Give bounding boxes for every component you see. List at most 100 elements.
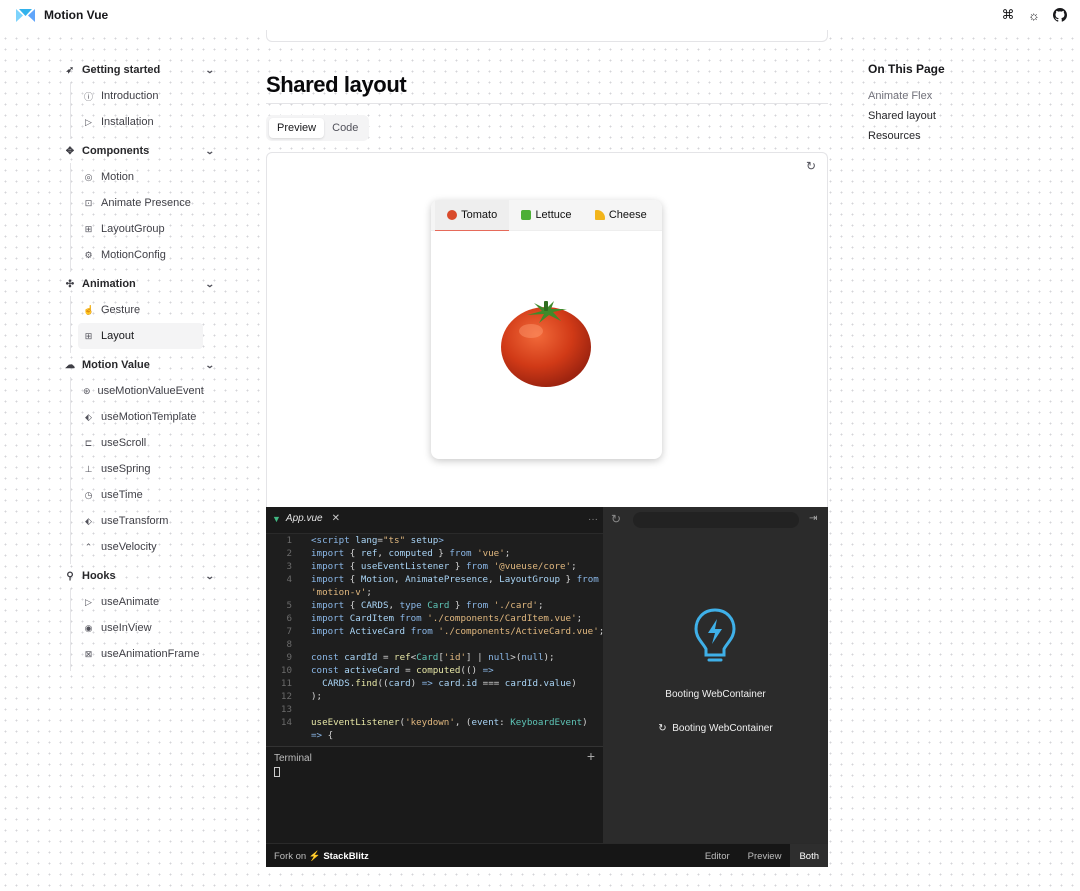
sidebar-section-getting-started[interactable]: ➶ Getting started ⌄ xyxy=(56,58,224,82)
close-tab-icon[interactable]: ✕ xyxy=(332,513,340,524)
chevron-down-icon[interactable]: ⌄ xyxy=(205,360,215,371)
code-line: 8 xyxy=(266,638,603,651)
chevron-down-icon[interactable]: ⌄ xyxy=(205,146,215,157)
sidebar-item-usemotionvalueevent[interactable]: ⊛ useMotionValueEvent xyxy=(78,378,204,404)
stackblitz-bolt-icon: ⚡ xyxy=(308,851,321,862)
view-both-button[interactable]: Both xyxy=(790,844,828,867)
ingredient-card: Tomato Lettuce Cheese xyxy=(431,200,662,459)
code-line: 6 import CardItem from './components/Card… xyxy=(266,612,603,625)
sidebar-item-installation[interactable]: ▷ Installation xyxy=(78,109,203,135)
line-number xyxy=(266,586,292,599)
refresh-icon[interactable]: ↻ xyxy=(806,159,816,173)
line-number: 14 xyxy=(280,717,292,728)
add-terminal-icon[interactable]: + xyxy=(587,748,595,764)
sidebar-item-motionconfig[interactable]: ⚙ MotionConfig xyxy=(78,242,203,268)
line-number: 9 xyxy=(286,652,292,663)
view-preview-button[interactable]: Preview xyxy=(739,844,791,867)
terminal-panel[interactable]: Terminal + xyxy=(266,746,603,843)
sidebar-sublist: ⊛ useMotionValueEvent ⬖ useMotionTemplate ⊏ u… xyxy=(70,377,224,564)
scroll-icon: ⊏ xyxy=(84,437,93,448)
sidebar-sublist: ☝ Gesture ⊞ Layout xyxy=(70,296,224,353)
line-number: 2 xyxy=(286,548,292,559)
tab-code[interactable]: Code xyxy=(324,118,366,138)
settings-icon: ⚙ xyxy=(84,249,93,260)
sidebar-item-label: useTransform xyxy=(101,515,169,527)
top-bar: Motion Vue ⌘ ☼ xyxy=(0,0,1080,32)
spinner-icon: ↻ xyxy=(658,723,667,734)
sidebar-item-label: MotionConfig xyxy=(101,249,166,261)
sidebar-item-label: useVelocity xyxy=(101,541,157,553)
line-number: 6 xyxy=(286,613,292,624)
sidebar-item-motion[interactable]: ◎ Motion xyxy=(78,164,203,190)
sidebar-item-animate-presence[interactable]: ⊡ Animate Presence xyxy=(78,190,203,216)
theme-toggle-icon[interactable]: ☼ xyxy=(1026,7,1042,23)
sidebar-item-usespring[interactable]: ⊥ useSpring xyxy=(78,456,203,482)
card-tab-label: Cheese xyxy=(608,209,647,221)
code-text: const activeCard = computed(() => xyxy=(311,665,494,676)
motion-vue-logo-icon[interactable] xyxy=(16,8,35,23)
chevron-down-icon[interactable]: ⌄ xyxy=(205,279,215,290)
card-tab-cheese[interactable]: Cheese xyxy=(584,200,658,230)
github-icon[interactable] xyxy=(1052,7,1068,23)
preview-url-bar[interactable] xyxy=(633,512,799,528)
file-tab[interactable]: ▼ App.vue ✕ xyxy=(272,513,340,524)
sidebar-section-components[interactable]: ✥ Components ⌄ xyxy=(56,139,224,163)
sidebar-section-motion-value[interactable]: ☁ Motion Value ⌄ xyxy=(56,353,224,377)
lightbulb-bolt-icon xyxy=(694,608,736,662)
sidebar-item-layoutgroup[interactable]: ⊞ LayoutGroup xyxy=(78,216,203,242)
code-text: const cardId = ref<Card['id'] | null>(nu… xyxy=(311,652,555,663)
sidebar-item-useinview[interactable]: ◉ useInView xyxy=(78,615,203,641)
sidebar-section-hooks[interactable]: ⚲ Hooks ⌄ xyxy=(56,564,224,588)
sidebar-item-usescroll[interactable]: ⊏ useScroll xyxy=(78,430,203,456)
sidebar-item-usevelocity[interactable]: ⌃ useVelocity xyxy=(78,534,203,560)
more-options-icon[interactable]: ··· xyxy=(588,514,598,525)
tab-preview[interactable]: Preview xyxy=(269,118,325,138)
code-line: 4 import { Motion, AnimatePresence, Layou… xyxy=(266,573,603,586)
page-title: Shared layout xyxy=(266,72,407,97)
sidebar-item-useanimationframe[interactable]: ⊠ useAnimationFrame xyxy=(78,641,203,667)
code-text: <script lang="ts" setup> xyxy=(311,535,444,546)
fork-on-stackblitz-link[interactable]: Fork on ⚡ StackBlitz xyxy=(274,851,369,862)
cheese-icon xyxy=(594,210,605,220)
toc-title: On This Page xyxy=(868,62,945,76)
sidebar-item-usemotiontemplate[interactable]: ⬖ useMotionTemplate xyxy=(78,404,203,430)
chevron-down-icon[interactable]: ⌄ xyxy=(205,65,215,76)
lettuce-icon xyxy=(521,210,532,220)
sidebar-item-useanimate[interactable]: ▷ useAnimate xyxy=(78,589,203,615)
reload-icon[interactable]: ↻ xyxy=(611,512,621,526)
sidebar-item-layout[interactable]: ⊞ Layout xyxy=(78,323,203,349)
sidebar-item-usetransform[interactable]: ⬖ useTransform xyxy=(78,508,203,534)
command-icon[interactable]: ⌘ xyxy=(1000,7,1016,23)
line-number: 5 xyxy=(286,600,292,611)
code-text: import { useEventListener } from '@vueus… xyxy=(311,561,577,572)
sidebar-item-gesture[interactable]: ☝ Gesture xyxy=(78,297,203,323)
cloud-icon: ☁ xyxy=(65,359,75,371)
card-tab-tomato[interactable]: Tomato xyxy=(435,200,510,231)
line-number xyxy=(266,729,292,742)
sidebar-item-usetime[interactable]: ◷ useTime xyxy=(78,482,203,508)
code-editor[interactable]: 1 <script lang="ts" setup> 2 import { ref, … xyxy=(266,534,603,746)
sidebar-item-label: Gesture xyxy=(101,304,141,316)
sidebar-item-introduction[interactable]: ⓘ Introduction xyxy=(78,83,203,109)
toc-link-resources[interactable]: Resources xyxy=(868,126,945,146)
sidebar-item-label: useTime xyxy=(101,489,143,501)
transform-icon: ⬖ xyxy=(85,515,92,526)
sidebar-section-animation[interactable]: ✣ Animation ⌄ xyxy=(56,272,224,296)
sidebar-item-label: useMotionValueEvent xyxy=(97,385,204,397)
brand-name[interactable]: Motion Vue xyxy=(44,8,108,22)
components-icon: ✥ xyxy=(65,145,75,157)
chevron-down-icon[interactable]: ⌄ xyxy=(205,571,215,582)
card-tab-lettuce[interactable]: Lettuce xyxy=(509,200,583,230)
toc-link-shared-layout[interactable]: Shared layout xyxy=(868,106,945,126)
card-tab-bar: Tomato Lettuce Cheese xyxy=(431,200,662,231)
sidebar-item-label: Installation xyxy=(101,116,154,128)
toc-link-animate-flex[interactable]: Animate Flex xyxy=(868,86,945,106)
sidebar-item-label: Animate Presence xyxy=(101,197,191,209)
view-editor-button[interactable]: Editor xyxy=(696,844,739,867)
spring-icon: ⊥ xyxy=(84,463,93,474)
sidebar-item-label: useMotionTemplate xyxy=(101,411,197,423)
eye-icon: ◉ xyxy=(84,622,93,633)
code-line: 9 const cardId = ref<Card['id'] | null>(n… xyxy=(266,651,603,664)
expand-panel-icon[interactable]: ⇥ xyxy=(809,513,817,524)
